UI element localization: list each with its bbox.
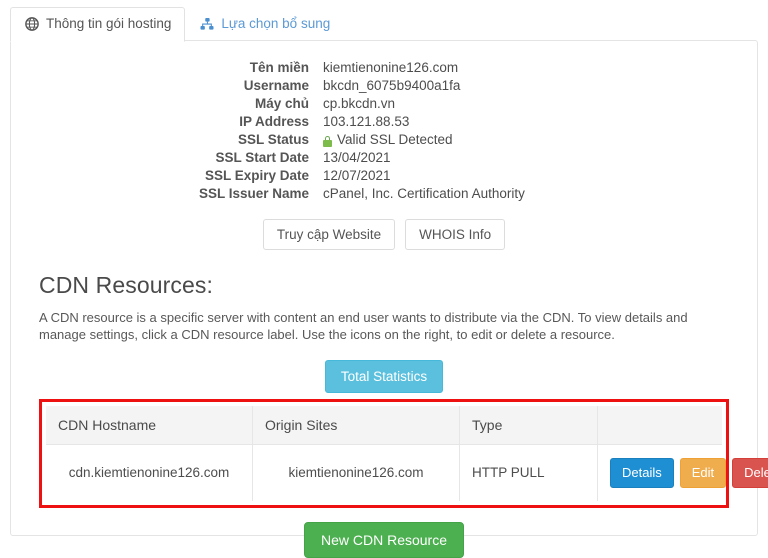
- cell-origin-site: kiemtienonine126.com: [253, 445, 460, 501]
- whois-info-button[interactable]: WHOIS Info: [405, 219, 505, 250]
- info-value: kiemtienonine126.com: [323, 59, 458, 77]
- info-value: cPanel, Inc. Certification Authority: [323, 185, 525, 203]
- info-value: 103.121.88.53: [323, 113, 409, 131]
- info-label: IP Address: [11, 113, 323, 131]
- hosting-action-buttons: Truy cập Website WHOIS Info: [11, 219, 757, 250]
- tab-bar: Thông tin gói hosting Lựa chọn bổ sung: [10, 6, 758, 41]
- column-header-origin-sites: Origin Sites: [253, 406, 460, 445]
- info-value: 12/07/2021: [323, 167, 391, 185]
- info-label: SSL Status: [11, 131, 323, 149]
- info-label: Username: [11, 77, 323, 95]
- hosting-info-panel: Tên miền kiemtienonine126.com Username b…: [10, 40, 758, 536]
- details-button[interactable]: Details: [610, 458, 674, 488]
- table-header-row: CDN Hostname Origin Sites Type: [46, 406, 722, 445]
- visit-website-button[interactable]: Truy cập Website: [263, 219, 395, 250]
- tab-label: Thông tin gói hosting: [46, 16, 171, 32]
- hosting-info-list: Tên miền kiemtienonine126.com Username b…: [11, 59, 757, 203]
- tab-lua-chon-bo-sung[interactable]: Lựa chọn bổ sung: [185, 7, 344, 42]
- page-title: CDN Resources:: [39, 272, 729, 299]
- info-value: bkcdn_6075b9400a1fa: [323, 77, 460, 95]
- new-cdn-resource-button[interactable]: New CDN Resource: [304, 522, 464, 558]
- delete-button[interactable]: Delete: [732, 458, 768, 488]
- info-value-wrapper: Valid SSL Detected: [323, 131, 453, 149]
- cdn-description: A CDN resource is a specific server with…: [39, 309, 729, 343]
- ssl-status-text: Valid SSL Detected: [337, 131, 453, 149]
- tab-thong-tin-goi-hosting[interactable]: Thông tin gói hosting: [10, 7, 185, 42]
- table-body: cdn.kiemtienonine126.com kiemtienonine12…: [46, 445, 722, 501]
- table-row: cdn.kiemtienonine126.com kiemtienonine12…: [46, 445, 722, 501]
- info-row-ssl-expiry-date: SSL Expiry Date 12/07/2021: [11, 167, 757, 185]
- info-row-ip-address: IP Address 103.121.88.53: [11, 113, 757, 131]
- total-statistics-wrap: Total Statistics: [11, 360, 757, 393]
- info-label: SSL Expiry Date: [11, 167, 323, 185]
- cell-cdn-hostname[interactable]: cdn.kiemtienonine126.com: [46, 445, 253, 501]
- row-action-group: Details Edit Delete: [610, 458, 710, 488]
- cell-type: HTTP PULL: [460, 445, 598, 501]
- cdn-table-highlight: CDN Hostname Origin Sites Type cdn.kiemt…: [39, 399, 729, 508]
- info-row-ssl-start-date: SSL Start Date 13/04/2021: [11, 149, 757, 167]
- info-value: 13/04/2021: [323, 149, 391, 167]
- edit-button[interactable]: Edit: [680, 458, 726, 488]
- info-label: Máy chủ: [11, 95, 323, 113]
- page-root: Thông tin gói hosting Lựa chọn bổ sung T…: [0, 0, 768, 542]
- info-value: cp.bkcdn.vn: [323, 95, 395, 113]
- info-row-username: Username bkcdn_6075b9400a1fa: [11, 77, 757, 95]
- info-label: Tên miền: [11, 59, 323, 77]
- info-row-server: Máy chủ cp.bkcdn.vn: [11, 95, 757, 113]
- info-row-domain: Tên miền kiemtienonine126.com: [11, 59, 757, 77]
- new-resource-wrap: New CDN Resource: [11, 522, 757, 558]
- info-row-ssl-status: SSL Status Valid SSL Detected: [11, 131, 757, 149]
- globe-icon: [24, 17, 39, 32]
- column-header-type: Type: [460, 406, 598, 445]
- cdn-resources-table: CDN Hostname Origin Sites Type cdn.kiemt…: [46, 406, 722, 501]
- info-label: SSL Start Date: [11, 149, 323, 167]
- info-row-ssl-issuer-name: SSL Issuer Name cPanel, Inc. Certificati…: [11, 185, 757, 203]
- table-header: CDN Hostname Origin Sites Type: [46, 406, 722, 445]
- sitemap-icon: [199, 17, 214, 32]
- cell-actions: Details Edit Delete: [598, 445, 723, 501]
- cdn-resources-section: CDN Resources: A CDN resource is a speci…: [11, 272, 757, 343]
- tab-label: Lựa chọn bổ sung: [221, 16, 330, 32]
- info-label: SSL Issuer Name: [11, 185, 323, 203]
- column-header-actions: [598, 406, 723, 445]
- lock-icon: [323, 136, 332, 147]
- total-statistics-button[interactable]: Total Statistics: [325, 360, 443, 393]
- column-header-cdn-hostname: CDN Hostname: [46, 406, 253, 445]
